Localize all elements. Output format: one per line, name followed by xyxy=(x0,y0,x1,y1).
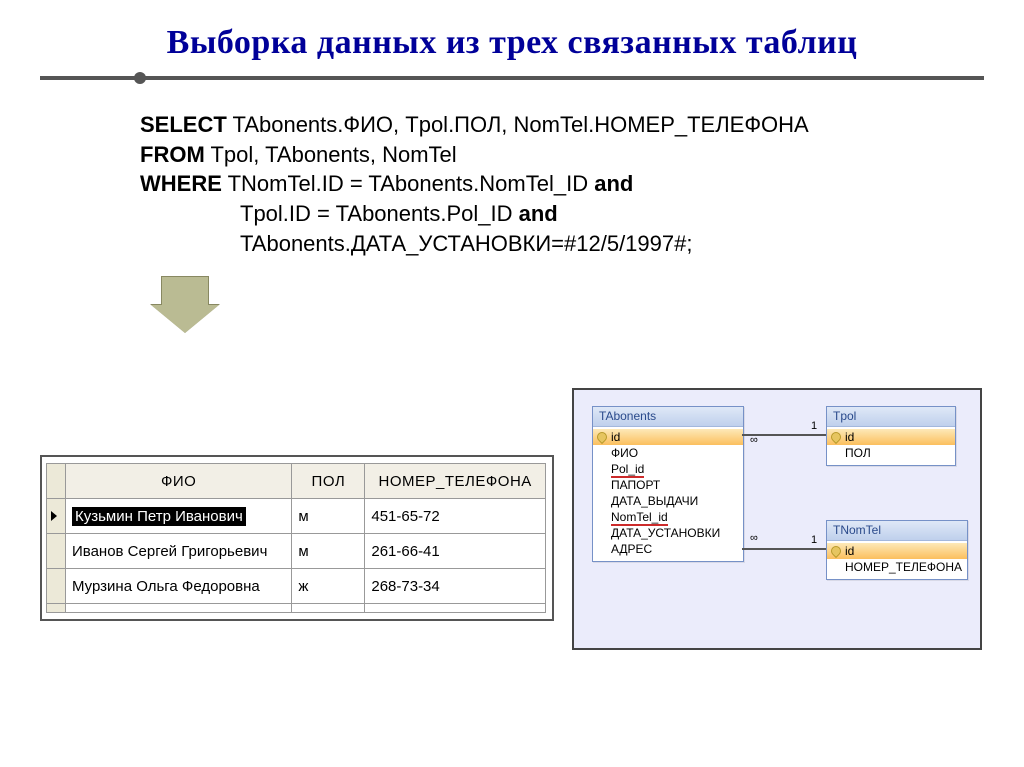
field-pk: id xyxy=(827,543,967,559)
cell-fio: Иванов Сергей Григорьевич xyxy=(66,534,292,569)
cell-pol: м xyxy=(292,499,365,534)
cell-tel: 268-73-34 xyxy=(365,569,546,604)
cell-fio: Мурзина Ольга Федоровна xyxy=(66,569,292,604)
cardinality-one: 1 xyxy=(811,420,817,432)
relationship-diagram: TAbonents id ФИО Pol_id ПАПОРТ ДАТА_ВЫДА… xyxy=(572,388,982,650)
field-pk: id xyxy=(827,429,955,445)
relation-line xyxy=(742,548,782,550)
cell-tel: 451-65-72 xyxy=(365,499,546,534)
cell-tel: 261-66-41 xyxy=(365,534,546,569)
table-title: Tpol xyxy=(827,407,955,427)
col-header-tel: НОМЕР_ТЕЛЕФОНА xyxy=(365,464,546,499)
sql-line-where3: TAbonents.ДАТА_УСТАНОВКИ=#12/5/1997#; xyxy=(140,229,1024,259)
table-window-tpol[interactable]: Tpol id ПОЛ xyxy=(826,406,956,466)
field: АДРЕС xyxy=(593,541,743,557)
field-list: id ФИО Pol_id ПАПОРТ ДАТА_ВЫДАЧИ NomTel_… xyxy=(593,427,743,561)
relation-line xyxy=(782,548,826,550)
field: NomTel_id xyxy=(593,509,743,525)
row-selector-icon[interactable] xyxy=(47,499,66,534)
slide-title: Выборка данных из трех связанных таблиц xyxy=(0,0,1024,72)
down-arrow-icon xyxy=(150,276,220,346)
field-list: id НОМЕР_ТЕЛЕФОНА xyxy=(827,541,967,579)
field: ФИО xyxy=(593,445,743,461)
field: ПАПОРТ xyxy=(593,477,743,493)
field: ДАТА_УСТАНОВКИ xyxy=(593,525,743,541)
table-title: TAbonents xyxy=(593,407,743,427)
sql-line-where2: Tpol.ID = TAbonents.Pol_ID and xyxy=(140,199,1024,229)
col-header-fio: ФИО xyxy=(66,464,292,499)
results-table: ФИО ПОЛ НОМЕР_ТЕЛЕФОНА Кузьмин Петр Иван… xyxy=(46,463,546,613)
table-title: TNomTel xyxy=(827,521,967,541)
cell-pol: ж xyxy=(292,569,365,604)
field-pk: id xyxy=(593,429,743,445)
sql-line-from: FROM Tpol, TAbonents, NomTel xyxy=(140,140,1024,170)
cell-pol: м xyxy=(292,534,365,569)
row-selector-icon[interactable] xyxy=(47,569,66,604)
results-panel: ФИО ПОЛ НОМЕР_ТЕЛЕФОНА Кузьмин Петр Иван… xyxy=(40,455,554,621)
sql-query-block: SELECT TAbonents.ФИО, Tpol.ПОЛ, NomTel.Н… xyxy=(140,110,1024,258)
table-row-empty xyxy=(47,604,546,613)
slide: Выборка данных из трех связанных таблиц … xyxy=(0,0,1024,767)
cardinality-many: ∞ xyxy=(750,434,758,446)
field: НОМЕР_ТЕЛЕФОНА xyxy=(827,559,967,575)
title-separator xyxy=(40,76,984,80)
table-row[interactable]: Кузьмин Петр Иванович м 451-65-72 xyxy=(47,499,546,534)
sql-line-where1: WHERE TNomTel.ID = TAbonents.NomTel_ID a… xyxy=(140,169,1024,199)
field: ДАТА_ВЫДАЧИ xyxy=(593,493,743,509)
results-header-row: ФИО ПОЛ НОМЕР_ТЕЛЕФОНА xyxy=(47,464,546,499)
field-list: id ПОЛ xyxy=(827,427,955,465)
table-row[interactable]: Иванов Сергей Григорьевич м 261-66-41 xyxy=(47,534,546,569)
cell-fio: Кузьмин Петр Иванович xyxy=(66,499,292,534)
field: ПОЛ xyxy=(827,445,955,461)
table-row[interactable]: Мурзина Ольга Федоровна ж 268-73-34 xyxy=(47,569,546,604)
sql-line-select: SELECT TAbonents.ФИО, Tpol.ПОЛ, NomTel.Н… xyxy=(140,110,1024,140)
col-header-pol: ПОЛ xyxy=(292,464,365,499)
table-window-tnomtel[interactable]: TNomTel id НОМЕР_ТЕЛЕФОНА xyxy=(826,520,968,580)
cardinality-many: ∞ xyxy=(750,532,758,544)
field: Pol_id xyxy=(593,461,743,477)
row-selector-icon[interactable] xyxy=(47,534,66,569)
cardinality-one: 1 xyxy=(811,534,817,546)
table-window-tabonents[interactable]: TAbonents id ФИО Pol_id ПАПОРТ ДАТА_ВЫДА… xyxy=(592,406,744,562)
